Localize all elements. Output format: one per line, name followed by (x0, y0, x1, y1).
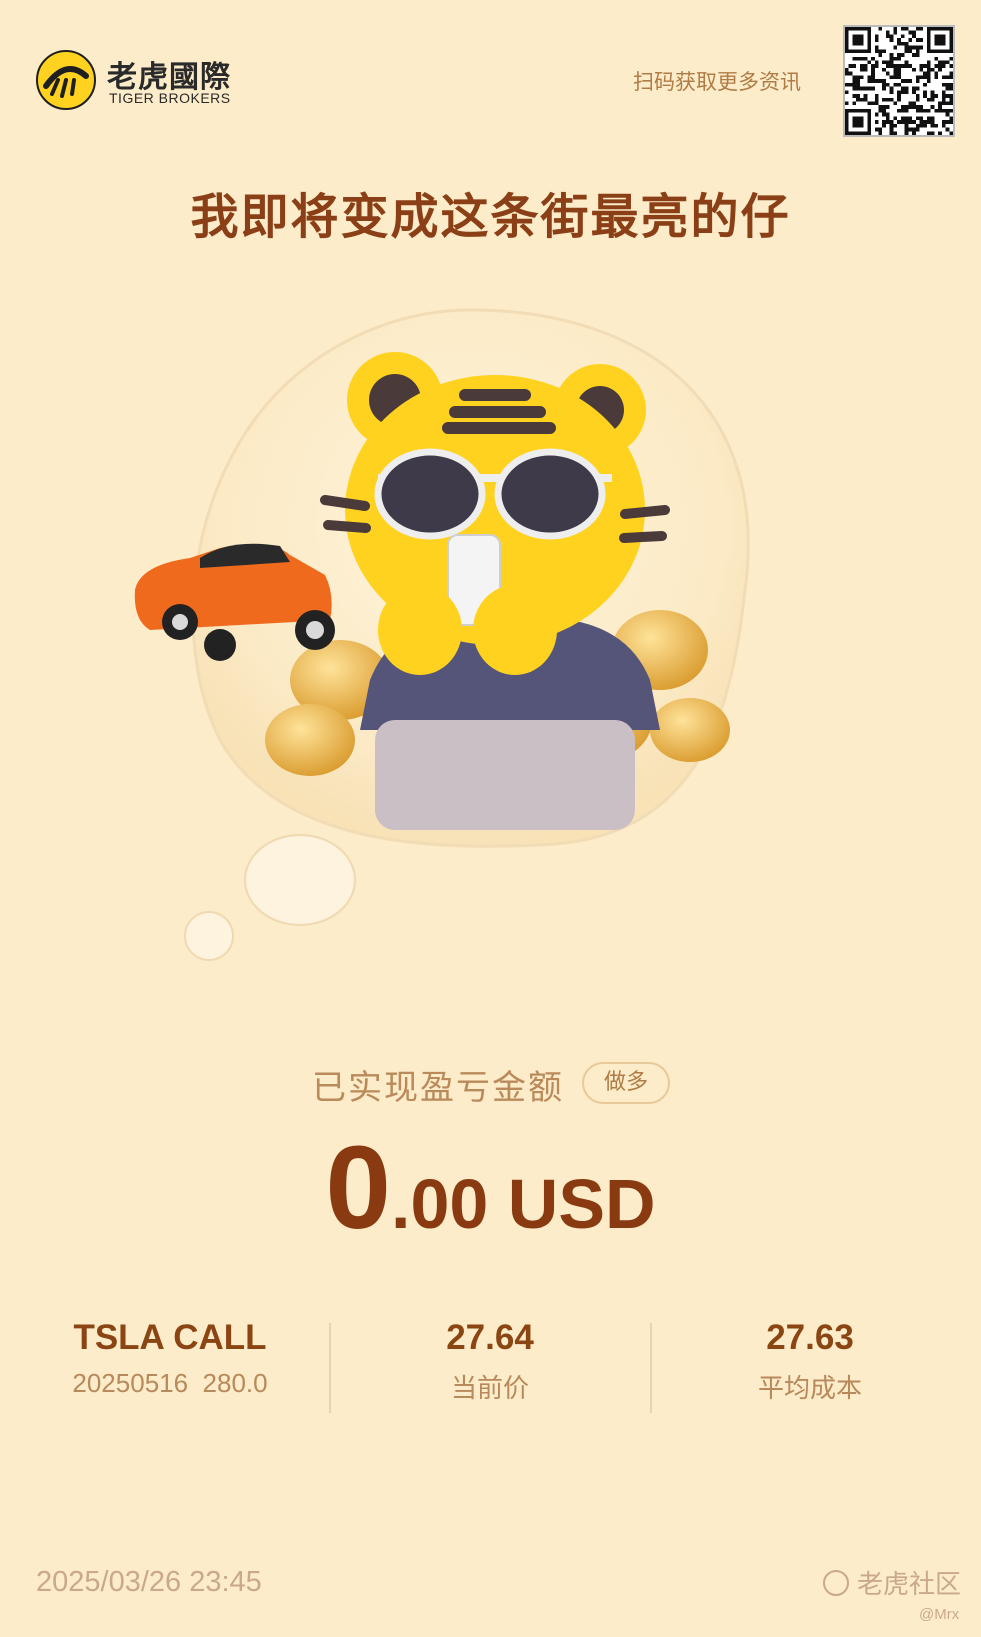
headline: 我即将变成这条街最亮的仔 (190, 189, 791, 245)
realized-pnl-label: 已实现盈亏金额 (312, 1068, 564, 1108)
contract-detail: 20250516 280.0 (72, 1368, 268, 1398)
realized-pnl-value: 0.00 USD (0, 1120, 981, 1256)
current-price-value: 27.64 (446, 1318, 534, 1357)
avg-cost-value: 27.63 (766, 1318, 854, 1357)
community-label: 老虎社区 (857, 1570, 962, 1600)
community-brand: 老虎社区 (823, 1564, 961, 1601)
scan-qr-text: 扫码获取更多资讯 (633, 70, 801, 94)
position-direction-badge: 做多 (582, 1062, 670, 1104)
tiger-mascot (320, 352, 670, 830)
contract-name: TSLA CALL (73, 1318, 267, 1357)
author-watermark: @Mrx (919, 1606, 960, 1623)
contract-column: TSLA CALL 20250516 280.0 (10, 1318, 330, 1399)
avg-cost-column: 27.63 平均成本 (650, 1318, 970, 1405)
avg-cost-label: 平均成本 (757, 1374, 862, 1404)
pnl-decimal-currency: .00 USD (391, 1165, 656, 1243)
timestamp: 2025/03/26 23:45 (36, 1566, 262, 1598)
brand-name-en: TIGER BROKERS (109, 90, 231, 106)
tiger-logo-icon (36, 50, 96, 110)
current-price-label: 当前价 (450, 1374, 529, 1404)
community-icon (823, 1570, 849, 1596)
qr-code[interactable] (843, 25, 955, 137)
tiger-mascot-illustration (134, 308, 750, 961)
current-price-column: 27.64 当前价 (330, 1318, 650, 1405)
pnl-integer: 0 (325, 1122, 392, 1254)
